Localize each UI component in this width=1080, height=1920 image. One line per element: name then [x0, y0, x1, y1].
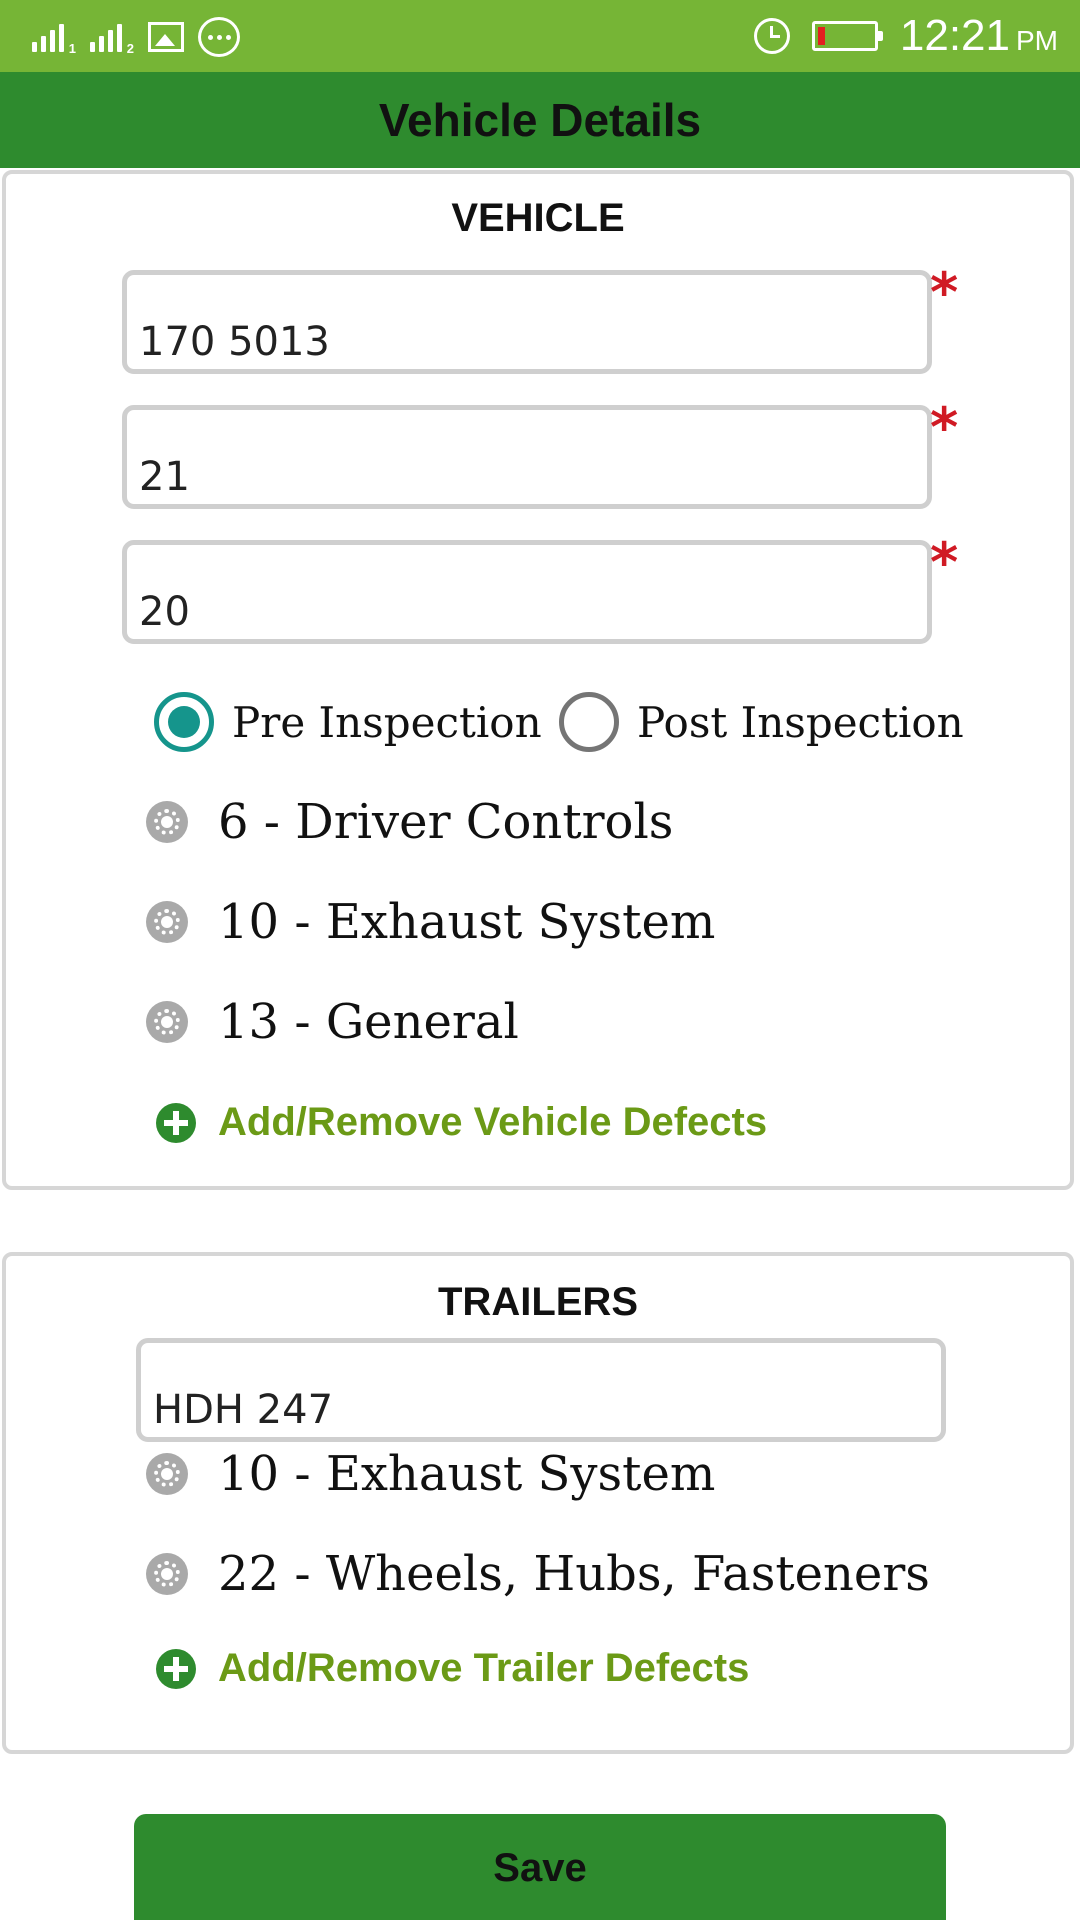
vehicle-field-2-value: 21: [139, 454, 190, 500]
defect-label: 10 - Exhaust System: [218, 1446, 716, 1502]
trailers-section-title: TRAILERS: [438, 1280, 638, 1324]
radio-pre-inspection[interactable]: Pre Inspection: [154, 692, 542, 752]
sim1-label: 1: [68, 41, 76, 56]
save-button[interactable]: Save: [134, 1814, 946, 1920]
signal-sim2-icon: 2: [90, 22, 134, 56]
vehicle-unit-value: 170 5013: [139, 319, 330, 365]
trailers-card: TRAILERS HDH 247 10 - Exhaust System 22 …: [2, 1252, 1074, 1754]
status-bar-right: 12:21 PM: [753, 10, 1058, 62]
defect-label: 22 - Wheels, Hubs, Fasteners: [218, 1546, 930, 1602]
status-bar-left: 1 2: [32, 14, 240, 60]
defect-label: 6 - Driver Controls: [218, 794, 674, 850]
radio-unselected-icon[interactable]: [559, 692, 619, 752]
gear-icon: [146, 1553, 188, 1595]
defect-label: 10 - Exhaust System: [218, 894, 716, 950]
image-notification-icon: [148, 22, 184, 52]
trailer-value: HDH 247: [153, 1387, 334, 1433]
app-bar: Vehicle Details: [0, 72, 1080, 168]
sim2-label: 2: [126, 41, 134, 56]
radio-selected-icon[interactable]: [154, 692, 214, 752]
trailer-defect-item[interactable]: 22 - Wheels, Hubs, Fasteners: [146, 1546, 930, 1602]
vehicle-unit-field[interactable]: 170 5013: [122, 270, 932, 374]
required-marker: *: [930, 396, 959, 459]
signal-sim1-icon: 1: [32, 22, 76, 56]
add-vehicle-defects-link[interactable]: Add/Remove Vehicle Defects: [156, 1100, 767, 1145]
battery-level: [817, 27, 826, 45]
gear-icon: [146, 1001, 188, 1043]
clock-ampm: PM: [1016, 25, 1058, 56]
add-trailer-defects-link[interactable]: Add/Remove Trailer Defects: [156, 1646, 749, 1691]
required-marker: *: [930, 531, 959, 594]
pre-inspection-label: Pre Inspection: [232, 697, 542, 747]
vehicle-field-2[interactable]: 21: [122, 405, 932, 509]
vehicle-field-3[interactable]: 20: [122, 540, 932, 644]
required-marker: *: [930, 261, 959, 324]
vehicle-section-title: VEHICLE: [451, 196, 625, 240]
vehicle-card: VEHICLE 170 5013 * 21 * 20 * Pre Inspect…: [2, 170, 1074, 1190]
plus-circle-icon: [156, 1102, 196, 1143]
battery-icon: [811, 21, 883, 51]
clock: 12:21 PM: [900, 11, 1058, 61]
vehicle-defect-item[interactable]: 6 - Driver Controls: [146, 794, 673, 850]
gear-icon: [146, 801, 188, 843]
trailer-field[interactable]: HDH 247: [136, 1338, 946, 1442]
plus-circle-icon: [156, 1648, 196, 1689]
save-button-label: Save: [493, 1846, 587, 1890]
page-title: Vehicle Details: [378, 94, 702, 146]
vehicle-field-3-value: 20: [139, 589, 190, 635]
add-vehicle-defects-label: Add/Remove Vehicle Defects: [218, 1100, 768, 1144]
gear-icon: [146, 1453, 188, 1495]
chat-notification-icon: [198, 17, 240, 57]
defect-label: 13 - General: [218, 994, 519, 1050]
radio-post-inspection[interactable]: Post Inspection: [559, 692, 964, 752]
add-trailer-defects-label: Add/Remove Trailer Defects: [218, 1646, 750, 1690]
vehicle-defect-item[interactable]: 13 - General: [146, 994, 519, 1050]
vehicle-defect-item[interactable]: 10 - Exhaust System: [146, 894, 715, 950]
trailer-defect-item[interactable]: 10 - Exhaust System: [146, 1446, 715, 1502]
status-bar: 1 2 12:21 PM: [0, 0, 1080, 72]
gear-icon: [146, 901, 188, 943]
clock-time: 12:21: [899, 11, 1010, 60]
post-inspection-label: Post Inspection: [637, 697, 964, 747]
alarm-icon: [753, 18, 790, 54]
